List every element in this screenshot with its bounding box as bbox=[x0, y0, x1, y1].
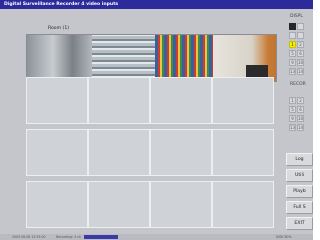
monitor-shape bbox=[246, 65, 268, 77]
status-progress bbox=[84, 235, 118, 239]
camera-view[interactable] bbox=[150, 181, 212, 228]
camera-view-1[interactable] bbox=[26, 34, 277, 82]
display-channel-10[interactable]: 10 bbox=[297, 59, 304, 66]
camera-view[interactable] bbox=[26, 181, 88, 228]
camera-view[interactable] bbox=[88, 77, 150, 124]
layout-button-3[interactable] bbox=[289, 32, 296, 39]
display-channel-5[interactable]: 5 bbox=[289, 50, 296, 57]
status-bar: 2005.08.06 13:33:00 Recording: 4 ch DISK… bbox=[0, 234, 313, 240]
camera-view[interactable] bbox=[212, 181, 274, 228]
display-channel-6[interactable]: 6 bbox=[297, 50, 304, 57]
display-channel-14[interactable]: 14 bbox=[297, 68, 304, 75]
store-image-segment bbox=[27, 35, 92, 81]
camera-view[interactable] bbox=[88, 129, 150, 176]
camera-view[interactable] bbox=[150, 129, 212, 176]
display-channel-2[interactable]: 2 bbox=[297, 41, 304, 48]
display-channel-13[interactable]: 13 bbox=[289, 68, 296, 75]
record-channel-13[interactable]: 13 bbox=[289, 124, 296, 131]
camera-view[interactable] bbox=[150, 77, 212, 124]
title-bar: Digital Surveillance Recorder 4 video in… bbox=[0, 0, 313, 9]
record-header: RECOR bbox=[290, 82, 306, 87]
display-channel-9[interactable]: 9 bbox=[289, 59, 296, 66]
camera-view[interactable] bbox=[88, 181, 150, 228]
log-button[interactable]: Log bbox=[286, 153, 313, 166]
record-channel-9[interactable]: 9 bbox=[289, 115, 296, 122]
display-channel-1[interactable]: 1 bbox=[289, 41, 296, 48]
status-datetime: 2005.08.06 13:33:00 bbox=[12, 235, 46, 239]
layout-button-4[interactable] bbox=[297, 32, 304, 39]
camera-grid-area: Room (1) DISPL 1 2 5 6 9 10 13 14 RECOR … bbox=[0, 9, 313, 234]
full-screen-button[interactable]: Full S bbox=[286, 201, 313, 214]
camera-view[interactable] bbox=[212, 77, 274, 124]
status-recording: Recording: 4 ch bbox=[56, 235, 81, 239]
store-image-segment bbox=[92, 35, 155, 81]
camera-view[interactable] bbox=[26, 77, 88, 124]
record-channel-5[interactable]: 5 bbox=[289, 106, 296, 113]
layout-button-2[interactable] bbox=[297, 23, 304, 30]
camera-1-label: Room (1) bbox=[48, 26, 70, 31]
window-title: Digital Surveillance Recorder 4 video in… bbox=[4, 2, 119, 7]
display-header: DISPL bbox=[290, 14, 303, 19]
record-channel-14[interactable]: 14 bbox=[297, 124, 304, 131]
camera-view[interactable] bbox=[26, 129, 88, 176]
exit-button[interactable]: EXIT bbox=[286, 217, 313, 230]
record-channel-1[interactable]: 1 bbox=[289, 97, 296, 104]
layout-button-1[interactable] bbox=[289, 23, 296, 30]
utility-button[interactable]: Utili bbox=[286, 169, 313, 182]
record-channel-6[interactable]: 6 bbox=[297, 106, 304, 113]
status-disk: DISK 80% bbox=[276, 235, 292, 239]
camera-view[interactable] bbox=[212, 129, 274, 176]
record-channel-10[interactable]: 10 bbox=[297, 115, 304, 122]
playback-button[interactable]: Playb bbox=[286, 185, 313, 198]
store-image-segment bbox=[155, 35, 213, 81]
record-channel-2[interactable]: 2 bbox=[297, 97, 304, 104]
